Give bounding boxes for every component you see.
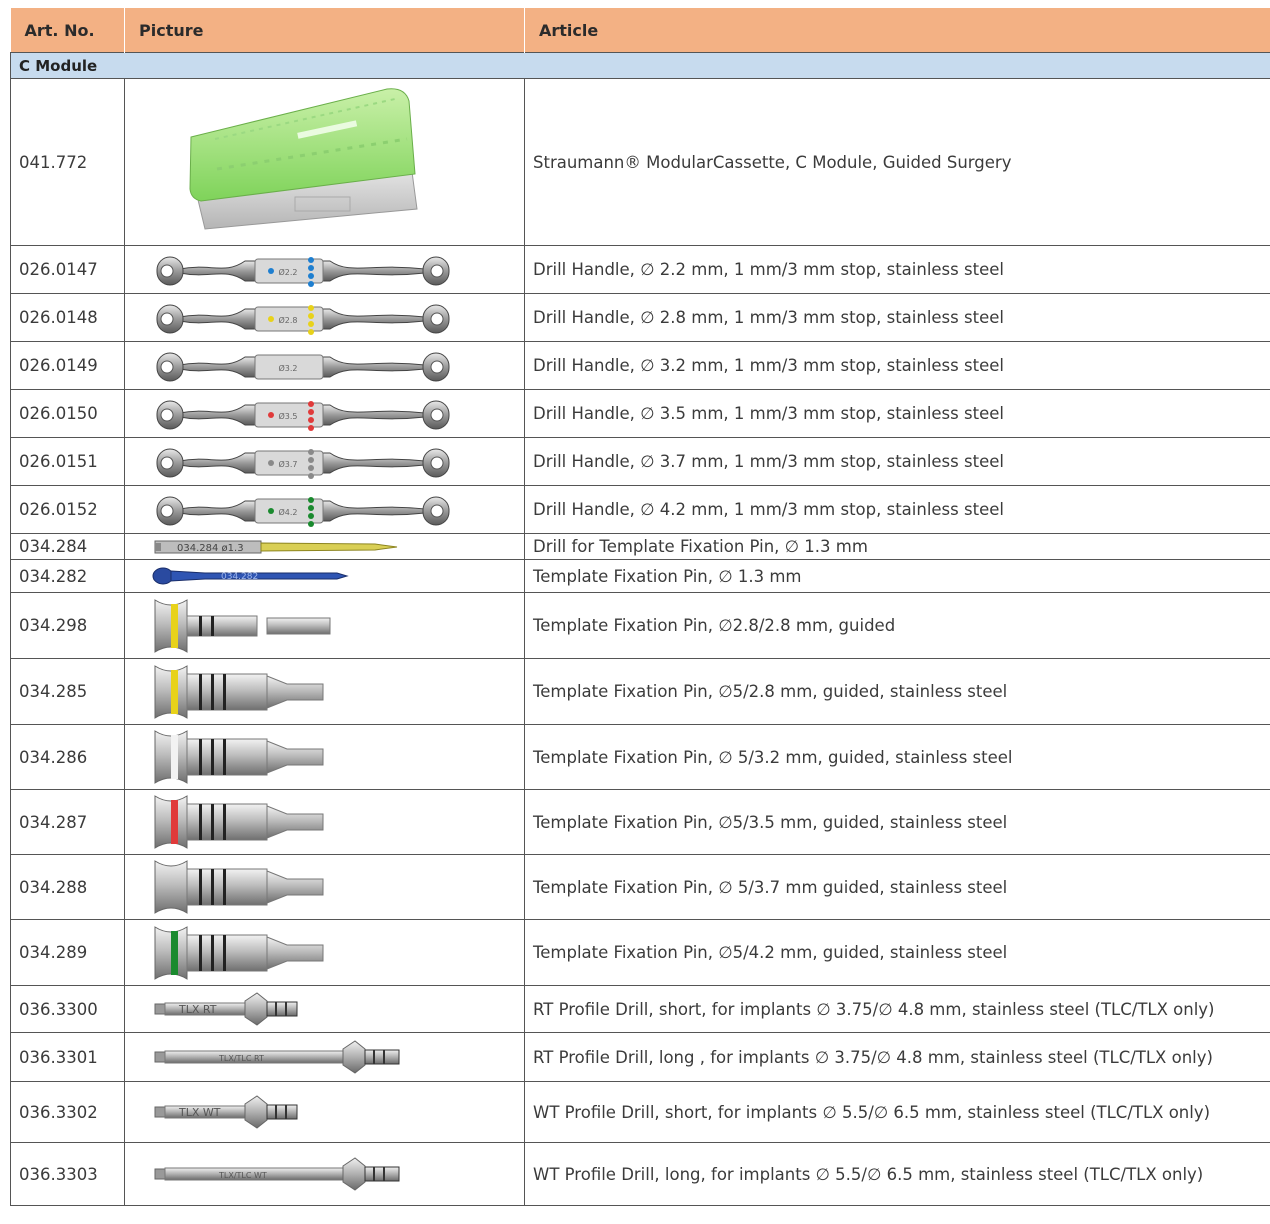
guided-pin-image [124,789,525,855]
article-cell: Template Fixation Pin, ∅5/3.5 mm, guided… [524,789,1270,855]
art-no-cell: 041.772 [10,78,125,246]
svg-text:034.282: 034.282 [221,572,258,582]
article-cell: RT Profile Drill, short, for implants ∅ … [524,985,1270,1033]
article-cell: Drill Handle, ∅ 4.2 mm, 1 mm/3 mm stop, … [524,485,1270,534]
svg-text:TLX/TLC RT: TLX/TLC RT [218,1054,264,1063]
article-cell: Drill Handle, ∅ 2.2 mm, 1 mm/3 mm stop, … [524,245,1270,294]
drill-handle-image: Ø4.2 [124,485,525,534]
table-row: 034.282 034.282 Template Fixation Pin, ∅… [10,559,1270,593]
guided-pin-image [124,919,525,986]
svg-text:Ø2.8: Ø2.8 [278,315,297,325]
art-no-cell: 026.0150 [10,389,125,438]
table-row: 026.0152 Ø4.2 Drill Handle, ∅ 4.2 mm, 1 … [10,485,1270,534]
art-no-cell: 036.3303 [10,1142,125,1206]
article-cell: Drill Handle, ∅ 3.5 mm, 1 mm/3 mm stop, … [524,389,1270,438]
art-no-cell: 026.0147 [10,245,125,294]
drill-handle-image: Ø3.5 [124,389,525,438]
header-article: Article [524,8,1270,53]
art-no-cell: 034.284 [10,533,125,560]
header-row: Art. No. Picture Article [10,8,1270,53]
fixation-pin-image: 034.282 [124,559,525,593]
art-no-cell: 026.0148 [10,293,125,342]
profile-drill-image: TLX WT [124,1081,525,1143]
art-no-cell: 034.282 [10,559,125,593]
article-cell: Straumann® ModularCassette, C Module, Gu… [524,78,1270,246]
article-cell: RT Profile Drill, long , for implants ∅ … [524,1032,1270,1082]
section-title: C Module [10,52,1270,79]
article-cell: Drill Handle, ∅ 2.8 mm, 1 mm/3 mm stop, … [524,293,1270,342]
guided-pin-image [124,658,525,725]
svg-text:Ø3.7: Ø3.7 [278,459,297,469]
art-no-cell: 034.288 [10,854,125,920]
table-row: 026.0149 Ø3.2 Drill Handle, ∅ 3.2 mm, 1 … [10,341,1270,390]
modular-cassette-image [124,78,525,246]
table-row: 026.0147 Ø2.2 Drill Handle, ∅ 2.2 mm, 1 … [10,245,1270,294]
art-no-cell: 034.285 [10,658,125,725]
article-cell: Drill Handle, ∅ 3.7 mm, 1 mm/3 mm stop, … [524,437,1270,486]
svg-text:Ø4.2: Ø4.2 [278,507,297,517]
table-row: 036.3301 TLX/TLC RT RT Profile Drill, lo… [10,1032,1270,1082]
table-row: 034.288 Template Fixation Pin, ∅ 5/3.7 m… [10,854,1270,920]
fixation-drill-image: 034.284 ø1.3 [124,533,525,560]
drill-handle-image: Ø2.8 [124,293,525,342]
svg-text:Ø3.5: Ø3.5 [278,411,297,421]
profile-drill-image: TLX/TLC WT [124,1142,525,1206]
product-table: Art. No. Picture Article C Module 041.77… [10,8,1270,1206]
guided-pin-image [124,854,525,920]
table-row: 034.289 Template Fixation Pin, ∅5/4.2 mm… [10,919,1270,986]
table-row: 034.286 Template Fixation Pin, ∅ 5/3.2 m… [10,724,1270,790]
profile-drill-image: TLX/TLC RT [124,1032,525,1082]
header-art-no: Art. No. [10,8,125,53]
table-row: 034.287 Template Fixation Pin, ∅5/3.5 mm… [10,789,1270,855]
table-row: 034.284 034.284 ø1.3 Drill for Template … [10,533,1270,560]
svg-text:TLX WT: TLX WT [178,1106,221,1119]
table-row: 034.285 Template Fixation Pin, ∅5/2.8 mm… [10,658,1270,725]
svg-text:TLX/TLC WT: TLX/TLC WT [218,1171,267,1180]
art-no-cell: 034.287 [10,789,125,855]
table-row: 026.0148 Ø2.8 Drill Handle, ∅ 2.8 mm, 1 … [10,293,1270,342]
art-no-cell: 036.3302 [10,1081,125,1143]
article-cell: WT Profile Drill, short, for implants ∅ … [524,1081,1270,1143]
article-cell: Template Fixation Pin, ∅ 1.3 mm [524,559,1270,593]
table-row: 034.298 Template Fixation Pin, ∅2.8/2.8 … [10,592,1270,659]
art-no-cell: 026.0149 [10,341,125,390]
svg-text:TLX RT: TLX RT [178,1003,217,1016]
svg-text:Ø3.2: Ø3.2 [278,363,297,373]
profile-drill-image: TLX RT [124,985,525,1033]
article-cell: WT Profile Drill, long, for implants ∅ 5… [524,1142,1270,1206]
table-row: 026.0151 Ø3.7 Drill Handle, ∅ 3.7 mm, 1 … [10,437,1270,486]
header-picture: Picture [124,8,525,53]
article-cell: Template Fixation Pin, ∅5/4.2 mm, guided… [524,919,1270,986]
art-no-cell: 034.298 [10,592,125,659]
article-cell: Drill Handle, ∅ 3.2 mm, 1 mm/3 mm stop, … [524,341,1270,390]
drill-handle-image: Ø3.7 [124,437,525,486]
article-cell: Template Fixation Pin, ∅2.8/2.8 mm, guid… [524,592,1270,659]
article-cell: Template Fixation Pin, ∅5/2.8 mm, guided… [524,658,1270,725]
guided-pin-image [124,592,525,659]
art-no-cell: 026.0152 [10,485,125,534]
svg-text:034.284 ø1.3: 034.284 ø1.3 [177,543,244,554]
article-cell: Drill for Template Fixation Pin, ∅ 1.3 m… [524,533,1270,560]
art-no-cell: 026.0151 [10,437,125,486]
art-no-cell: 034.286 [10,724,125,790]
drill-handle-image: Ø3.2 [124,341,525,390]
art-no-cell: 036.3300 [10,985,125,1033]
art-no-cell: 036.3301 [10,1032,125,1082]
art-no-cell: 034.289 [10,919,125,986]
table-row: 041.772 Straumann® ModularCassette, C Mo… [10,78,1270,246]
drill-handle-image: Ø2.2 [124,245,525,294]
svg-text:Ø2.2: Ø2.2 [278,267,297,277]
table-row: 036.3303 TLX/TLC WT WT Profile Drill, lo… [10,1142,1270,1206]
table-row: 036.3302 TLX WT WT Profile Drill, short,… [10,1081,1270,1143]
article-cell: Template Fixation Pin, ∅ 5/3.2 mm, guide… [524,724,1270,790]
table-row: 026.0150 Ø3.5 Drill Handle, ∅ 3.5 mm, 1 … [10,389,1270,438]
table-row: 036.3300 TLX RT RT Profile Drill, short,… [10,985,1270,1033]
article-cell: Template Fixation Pin, ∅ 5/3.7 mm guided… [524,854,1270,920]
section-row: C Module [10,52,1270,79]
guided-pin-image [124,724,525,790]
